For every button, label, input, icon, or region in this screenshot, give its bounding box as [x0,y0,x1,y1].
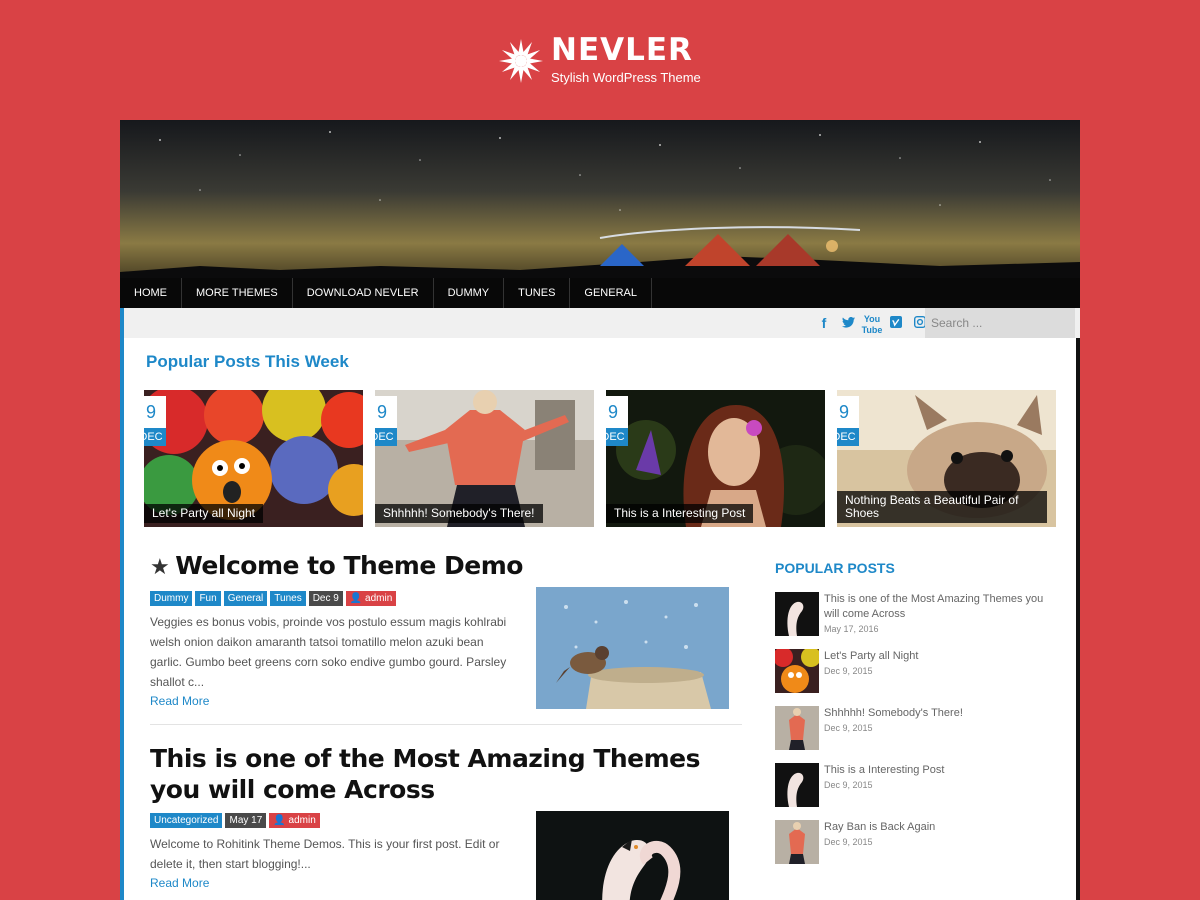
card-day: 9 [144,396,166,428]
post-date[interactable]: May 17 [225,813,267,828]
sidebar-post[interactable]: This is one of the Most Amazing Themes y… [775,592,1045,649]
sidebar-post-text: Let's Party all Night Dec 9, 2015 [824,649,1044,678]
sidebar-post[interactable]: This is a Interesting Post Dec 9, 2015 [775,763,1045,820]
sidebar-post-title[interactable]: This is a Interesting Post [824,763,1044,778]
featured-card[interactable]: 9 DEC Nothing Beats a Beautiful Pair of … [837,390,1056,527]
post-excerpt: Veggies es bonus vobis, proinde vos post… [150,615,507,689]
post-entry: This is one of the Most Amazing Themes y… [150,743,742,900]
nav-home[interactable]: HOME [120,278,182,308]
card-date: 9 DEC [837,396,859,446]
site-tagline: Stylish WordPress Theme [551,70,701,85]
sidebar-post-title[interactable]: Ray Ban is Back Again [824,820,1044,835]
header-banner-image [120,120,1080,278]
sidebar-post-thumb[interactable] [775,763,819,807]
nav-more-themes[interactable]: MORE THEMES [182,278,293,308]
card-caption[interactable]: This is a Interesting Post [606,504,754,523]
card-month: DEC [837,428,859,446]
sidebar-post[interactable]: Shhhhh! Somebody's There! Dec 9, 2015 [775,706,1045,763]
featured-card[interactable]: 9 DEC This is a Interesting Post [606,390,825,527]
user-icon: 👤 [273,815,289,826]
sidebar-post-text: Ray Ban is Back Again Dec 9, 2015 [824,820,1044,849]
nav-tunes[interactable]: TUNES [504,278,571,308]
sidebar-post-date: Dec 9, 2015 [824,837,873,847]
user-icon: 👤 [349,593,366,604]
post-title[interactable]: ★ Welcome to Theme Demo [150,550,742,583]
author-name: admin [288,815,316,826]
card-month: DEC [375,428,397,446]
post-thumbnail[interactable] [536,587,729,709]
youtube-icon[interactable]: You Tube [860,310,884,336]
post-author[interactable]: 👤 admin [269,813,320,828]
card-date: 9 DEC [144,396,166,446]
post-title[interactable]: This is one of the Most Amazing Themes y… [150,743,742,805]
sidebar-post-text: This is a Interesting Post Dec 9, 2015 [824,763,1044,792]
card-day: 9 [606,396,628,428]
post-title-text[interactable]: Welcome to Theme Demo [175,551,523,580]
popular-week-title: Popular Posts This Week [146,352,349,371]
nav-dummy[interactable]: DUMMY [434,278,505,308]
sidebar-post-title[interactable]: Let's Party all Night [824,649,1044,664]
post-author[interactable]: 👤 admin [345,591,397,606]
top-bar: f You Tube [120,308,1080,338]
category-tag[interactable]: Fun [195,591,221,606]
post-entry: ★ Welcome to Theme Demo Dummy Fun General… [150,550,742,710]
site-name[interactable]: NEVLER [551,32,693,68]
social-icons: f You Tube [812,308,932,338]
main-content: ★ Welcome to Theme Demo Dummy Fun General… [150,550,742,900]
nav-download-nevler[interactable]: DOWNLOAD NEVLER [293,278,434,308]
facebook-icon[interactable]: f [812,308,836,338]
sidebar-post-text: This is one of the Most Amazing Themes y… [824,592,1044,636]
post-separator [150,724,742,725]
post-thumbnail[interactable] [536,811,729,900]
sidebar: POPULAR POSTS This is one of the Most Am… [775,560,1045,877]
category-tag[interactable]: General [223,591,268,606]
twitter-icon[interactable] [836,308,860,338]
sidebar-post-title[interactable]: This is one of the Most Amazing Themes y… [824,592,1044,622]
featured-card[interactable]: 9 DEC Shhhhh! Somebody's There! [375,390,594,527]
card-caption[interactable]: Shhhhh! Somebody's There! [375,504,543,523]
card-day: 9 [375,396,397,428]
sidebar-post[interactable]: Ray Ban is Back Again Dec 9, 2015 [775,820,1045,877]
sidebar-post-thumb[interactable] [775,706,819,750]
featured-card[interactable]: 9 DEC Let's Party all Night [144,390,363,527]
content-wrapper: HOME MORE THEMES DOWNLOAD NEVLER DUMMY T… [120,120,1080,900]
post-excerpt: Welcome to Rohitink Theme Demos. This is… [150,837,500,871]
card-month: DEC [606,428,628,446]
card-date: 9 DEC [375,396,397,446]
category-tag[interactable]: Uncategorized [150,813,223,828]
sidebar-post-date: Dec 9, 2015 [824,723,873,733]
card-caption[interactable]: Nothing Beats a Beautiful Pair of Shoes [837,491,1047,523]
card-date: 9 DEC [606,396,628,446]
main-nav: HOME MORE THEMES DOWNLOAD NEVLER DUMMY T… [120,278,1080,308]
sidebar-post-title[interactable]: Shhhhh! Somebody's There! [824,706,1044,721]
sidebar-post-date: May 17, 2016 [824,624,879,634]
sidebar-post-date: Dec 9, 2015 [824,780,873,790]
left-accent-bar [120,308,124,900]
category-tag[interactable]: Dummy [150,591,193,606]
category-tag[interactable]: Tunes [270,591,306,606]
sidebar-post[interactable]: Let's Party all Night Dec 9, 2015 [775,649,1045,706]
popular-week-cards: 9 DEC Let's Party all Night 9 DEC Shhhhh… [136,390,1066,527]
card-caption[interactable]: Let's Party all Night [144,504,264,523]
card-day: 9 [837,396,859,428]
flamingo-image [536,811,729,900]
vimeo-icon[interactable] [884,308,908,338]
post-date[interactable]: Dec 9 [308,591,343,606]
search-input[interactable] [925,308,1075,338]
nav-general[interactable]: GENERAL [570,278,652,308]
sidebar-title: POPULAR POSTS [775,560,895,576]
author-name: admin [365,593,393,604]
star-icon: ★ [150,555,170,580]
sunburst-logo-icon[interactable] [498,38,544,84]
sidebar-post-text: Shhhhh! Somebody's There! Dec 9, 2015 [824,706,1044,735]
sidebar-post-thumb[interactable] [775,592,819,636]
right-accent-bar [1076,338,1080,900]
site-header: NEVLER Stylish WordPress Theme [0,30,1200,90]
sidebar-post-thumb[interactable] [775,649,819,693]
sidebar-post-date: Dec 9, 2015 [824,666,873,676]
sparrow-image [536,587,729,709]
card-month: DEC [144,428,166,446]
sidebar-post-thumb[interactable] [775,820,819,864]
